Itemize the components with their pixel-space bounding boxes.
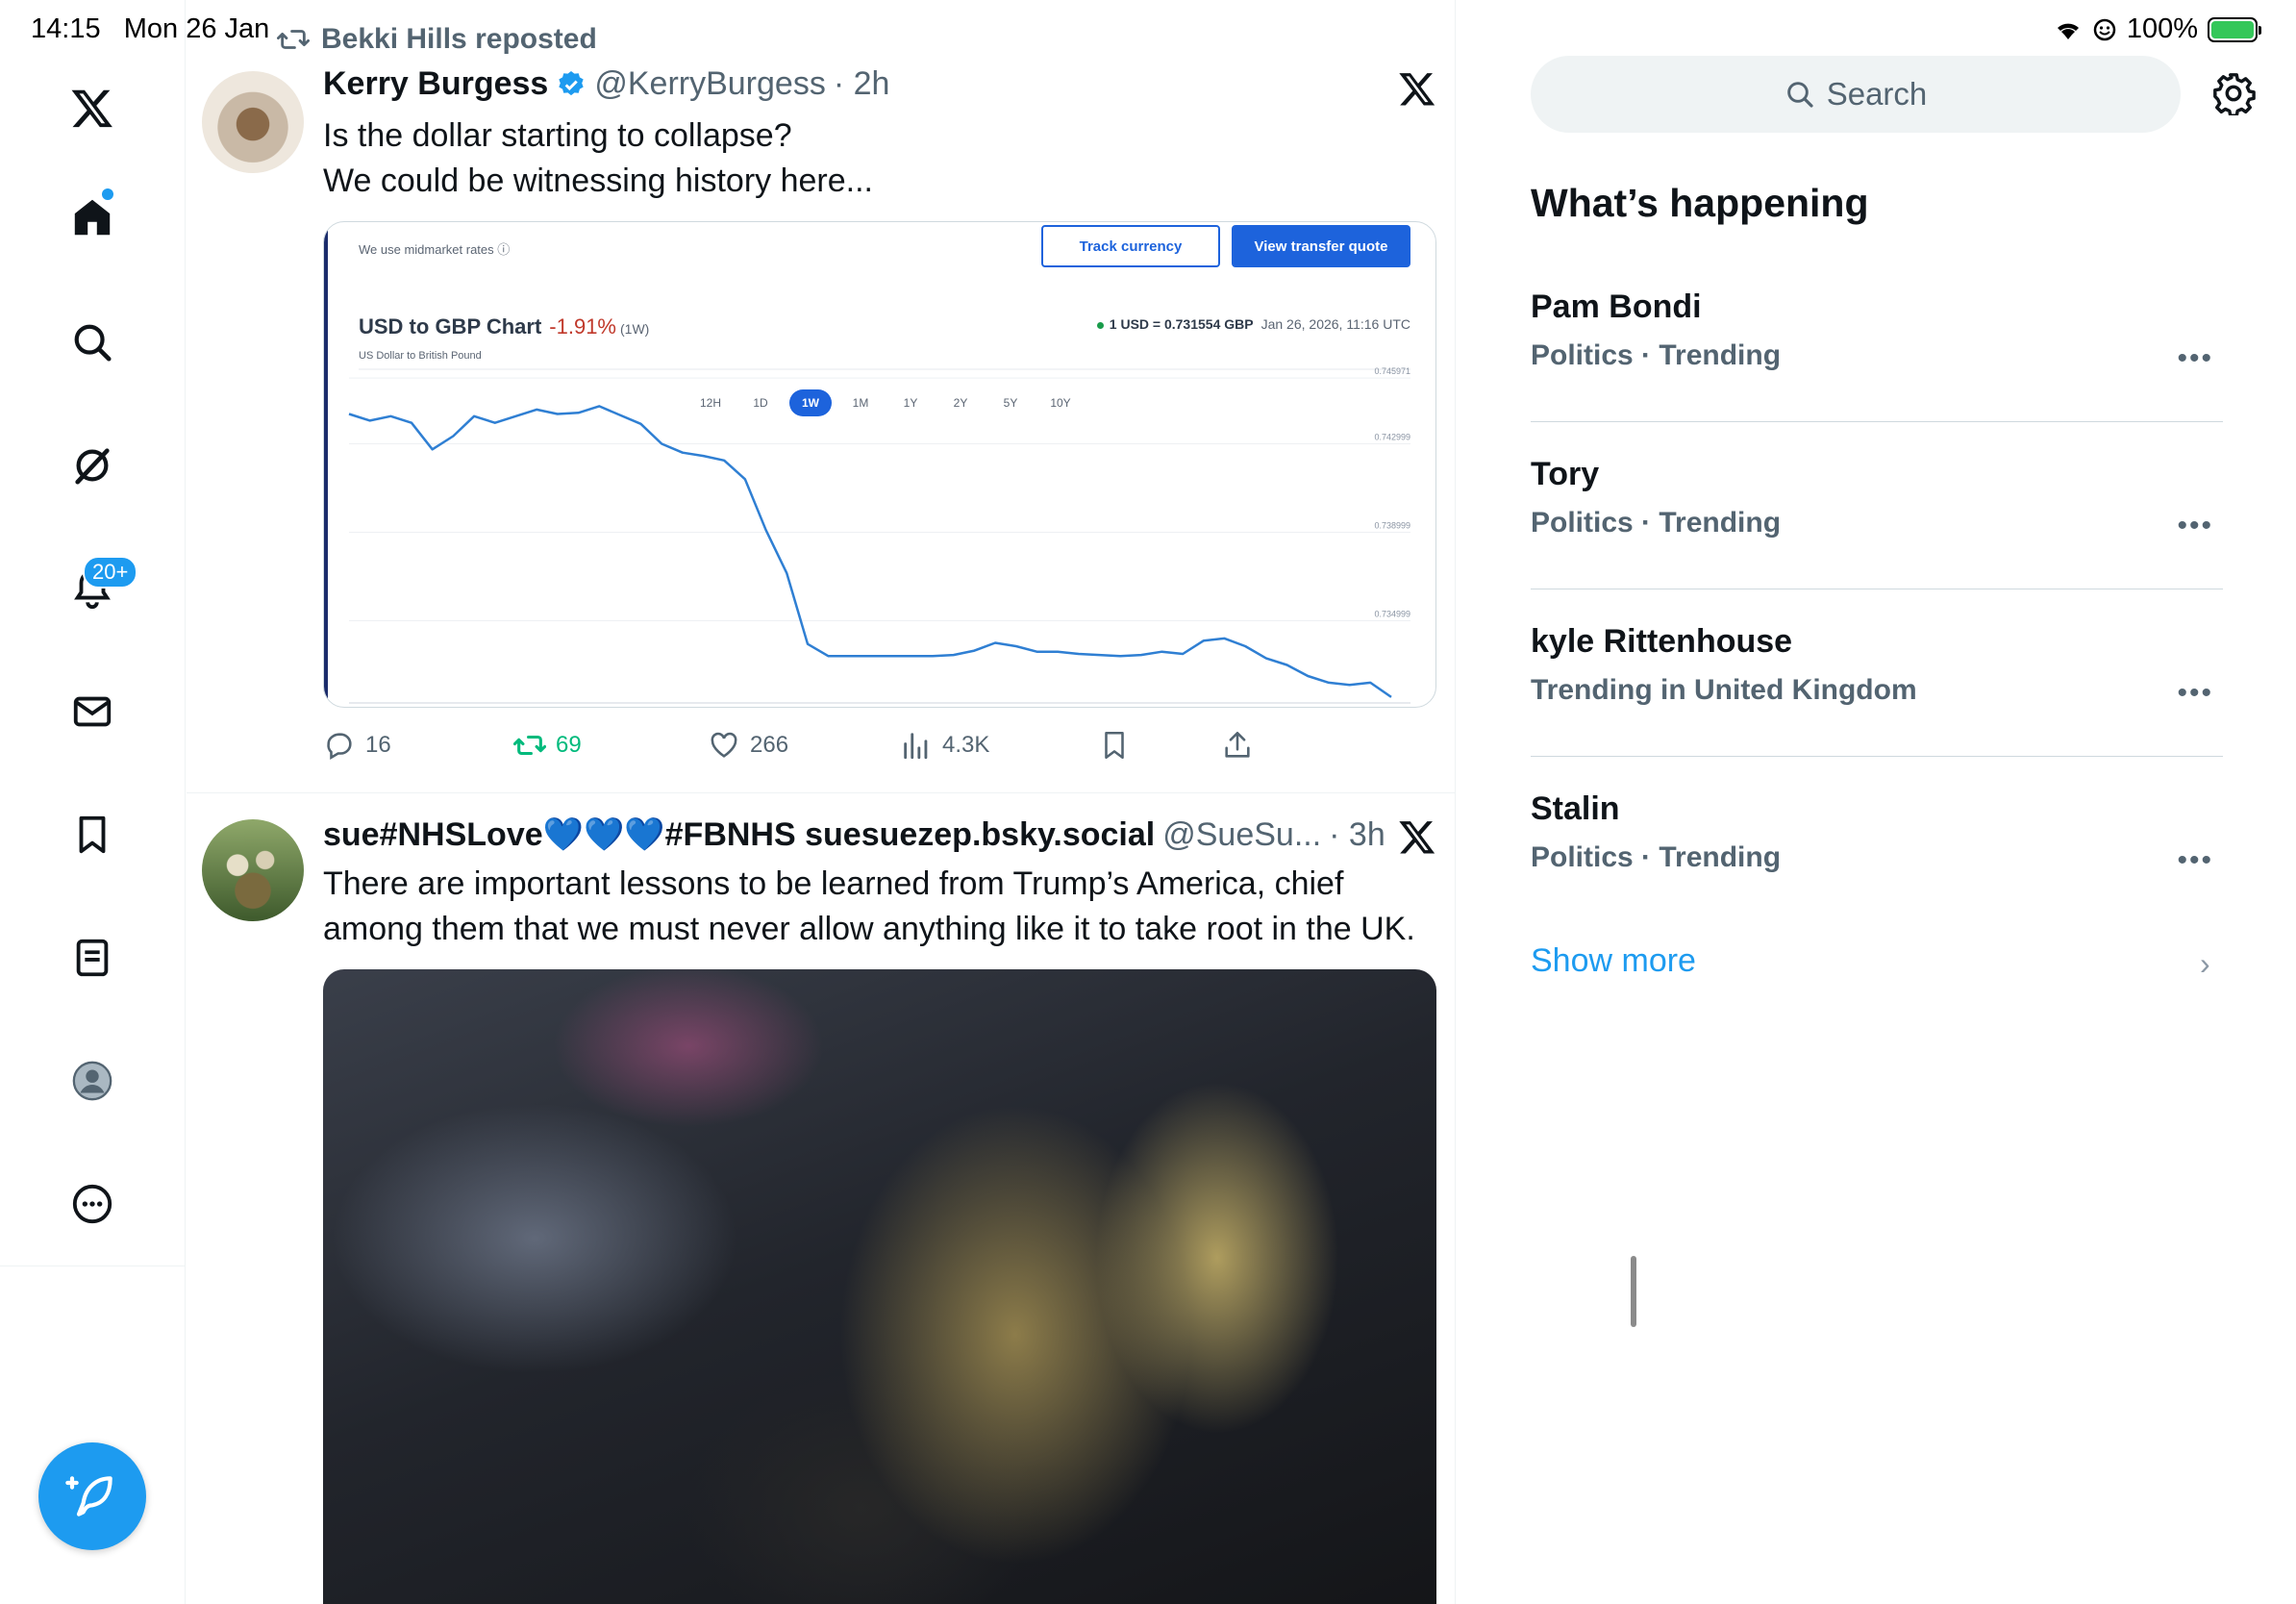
trend-more-icon[interactable]: ••• — [2177, 510, 2213, 542]
left-navigation: 20+ — [0, 0, 186, 1604]
tweet-text-line: There are important lessons to be learne… — [323, 865, 1344, 902]
lists-icon[interactable] — [60, 925, 125, 990]
reply-button[interactable]: 16 — [323, 729, 391, 762]
battery-charging-icon — [2208, 16, 2261, 42]
like-count: 266 — [750, 732, 789, 758]
status-icons: 100% — [2054, 13, 2261, 45]
repost-button[interactable]: 69 — [513, 729, 582, 762]
reply-count: 16 — [365, 732, 391, 758]
views-button[interactable]: 4.3K — [900, 729, 989, 762]
repost-banner: Bekki Hills reposted — [277, 23, 597, 56]
show-more-link[interactable]: Show more — [1531, 942, 1696, 980]
tweet-text-line: Is the dollar starting to collapse? — [323, 117, 792, 154]
battery-percent: 100% — [2126, 13, 2198, 44]
more-icon[interactable] — [60, 1171, 125, 1237]
tweet-time: · 3h — [1329, 815, 1385, 853]
trend-divider — [1531, 421, 2223, 422]
scrollbar[interactable] — [1631, 1256, 1636, 1327]
like-button[interactable]: 266 — [708, 729, 788, 762]
trend-more-icon[interactable]: ••• — [2177, 342, 2213, 375]
tweet-text-line: among them that we must never allow anyt… — [323, 911, 1415, 947]
trend-meta: Politics · Trending — [1531, 841, 1782, 873]
usd-gbp-line-chart: 0.745971 0.742999 0.738999 0.734999 — [348, 366, 1410, 704]
settings-gear-icon[interactable] — [2211, 71, 2256, 115]
bookmarks-icon[interactable] — [60, 802, 125, 867]
repost-count: 69 — [556, 732, 582, 758]
trend-name: kyle Rittenhouse — [1531, 623, 1793, 660]
notification-badge: 20+ — [83, 556, 138, 589]
x-logo-icon[interactable] — [1398, 817, 1436, 856]
search-input[interactable]: Search — [1531, 56, 2181, 133]
tweet-time: · 2h — [833, 65, 890, 102]
avatar[interactable] — [202, 819, 304, 921]
trend-item[interactable]: kyle Rittenhouse Trending in United King… — [1531, 623, 2223, 710]
trend-more-icon[interactable]: ••• — [2177, 844, 2213, 877]
heart-icon — [711, 732, 737, 758]
trend-item[interactable]: Pam Bondi Politics · Trending ••• — [1531, 288, 2223, 375]
trend-name: Pam Bondi — [1531, 288, 1702, 325]
tweet-photo[interactable] — [323, 969, 1436, 1604]
series-line-usd-gbp — [348, 405, 1392, 698]
author-name[interactable]: sue#NHSLove💙💙💙#FBNHS suesuezep.bsky.soci… — [323, 815, 1155, 854]
views-icon — [904, 733, 928, 760]
home-unread-dot — [102, 188, 113, 200]
trend-meta: Trending in United Kingdom — [1531, 674, 1917, 706]
chevron-right-icon[interactable]: › — [2200, 946, 2210, 982]
repost-icon — [513, 735, 546, 756]
y-tick-label: 0.734999 — [1374, 610, 1410, 619]
trend-meta: Politics · Trending — [1531, 339, 1782, 371]
y-tick-label: 0.738999 — [1374, 521, 1410, 531]
trend-more-icon[interactable]: ••• — [2177, 677, 2213, 710]
tweet-header: Kerry Burgess @KerryBurgess · 2h — [323, 65, 889, 103]
y-tick-label: 0.745971 — [1374, 366, 1410, 376]
author-name[interactable]: Kerry Burgess — [323, 65, 548, 103]
trend-name: Stalin — [1531, 790, 1620, 827]
home-icon[interactable] — [60, 185, 125, 250]
avatar[interactable] — [202, 71, 304, 173]
x-logo-icon[interactable] — [60, 75, 125, 140]
author-handle[interactable]: @SueSu... — [1162, 816, 1321, 854]
timeline-feed: Bekki Hills reposted Kerry Burgess @Kerr… — [187, 0, 1636, 1604]
tweet-actions: 16 69 266 4.3K — [323, 729, 1381, 767]
search-placeholder: Search — [1826, 76, 1928, 112]
grok-icon[interactable] — [60, 433, 125, 498]
compose-post-icon — [65, 1476, 112, 1516]
share-button[interactable] — [1221, 729, 1254, 762]
trend-item[interactable]: Tory Politics · Trending ••• — [1531, 456, 2223, 542]
tweet-text: Is the dollar starting to collapse? We c… — [323, 113, 1419, 204]
trend-divider — [1531, 756, 2223, 757]
whats-happening-title: What’s happening — [1531, 181, 1869, 225]
tweet-text: There are important lessons to be learne… — [323, 862, 1419, 952]
search-icon — [1786, 82, 1813, 108]
explore-icon[interactable] — [60, 310, 125, 375]
y-tick-label: 0.742999 — [1374, 433, 1410, 442]
trend-name: Tory — [1531, 456, 1600, 492]
reply-icon — [327, 733, 352, 761]
tweet-header: sue#NHSLove💙💙💙#FBNHS suesuezep.bsky.soci… — [323, 815, 1385, 854]
tweet-text-line: We could be witnessing history here... — [323, 163, 873, 199]
profile-icon[interactable] — [60, 1048, 125, 1114]
messages-icon[interactable] — [60, 679, 125, 744]
x-logo-icon[interactable] — [1398, 69, 1436, 108]
focus-icon — [2093, 18, 2116, 40]
repost-icon — [277, 30, 310, 49]
wifi-icon — [2057, 23, 2079, 39]
bookmark-button[interactable] — [1098, 729, 1131, 762]
chart-card[interactable]: We use midmarket rates ⓘ Track currency … — [323, 221, 1436, 708]
share-icon — [1225, 731, 1250, 758]
verified-badge-icon — [559, 70, 585, 95]
bookmark-icon — [1105, 731, 1124, 760]
repost-banner-text: Bekki Hills reposted — [321, 23, 597, 55]
compose-post-button[interactable] — [38, 1442, 146, 1550]
trend-item[interactable]: Stalin Politics · Trending ••• — [1531, 790, 2223, 877]
author-handle[interactable]: @KerryBurgess — [594, 65, 825, 103]
tweet-divider — [187, 792, 1456, 793]
trend-meta: Politics · Trending — [1531, 507, 1782, 539]
view-count: 4.3K — [942, 732, 990, 758]
